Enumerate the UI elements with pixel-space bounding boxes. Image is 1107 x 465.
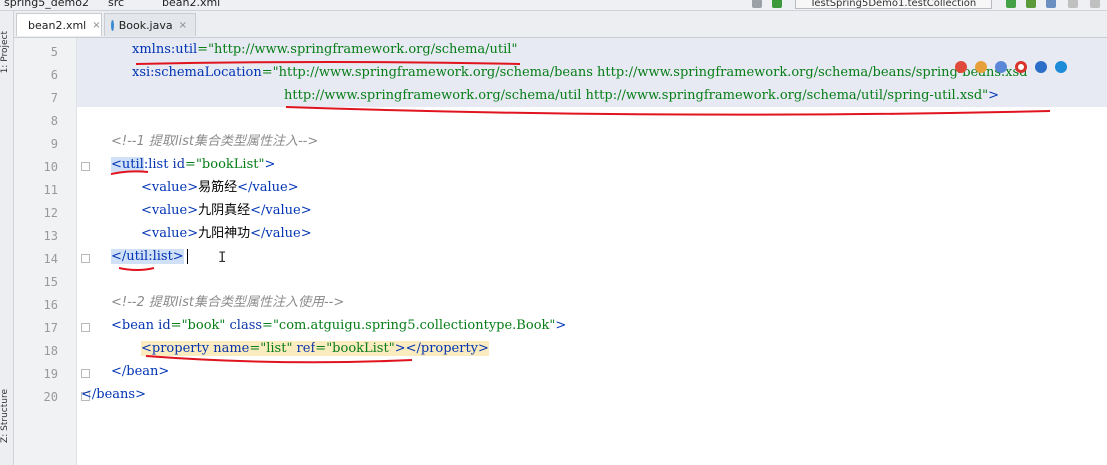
annotation-underline (118, 267, 155, 271)
annotation-underline (135, 61, 521, 65)
annotation-underline (145, 355, 413, 364)
red-annotation-layer (110, 61, 1051, 364)
annotation-underline (110, 170, 149, 175)
annotation-underline (285, 106, 1051, 116)
